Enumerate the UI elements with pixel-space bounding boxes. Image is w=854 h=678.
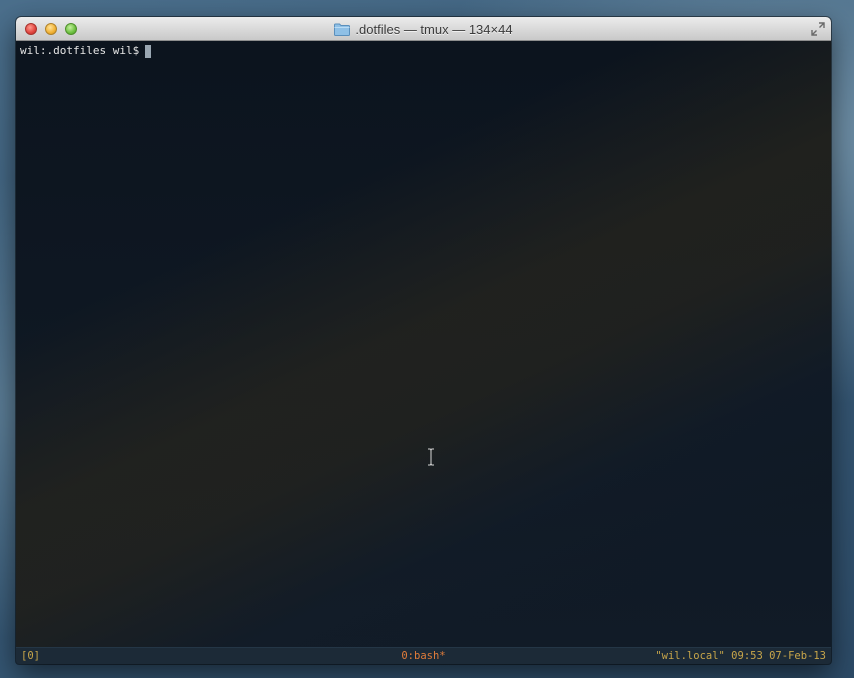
- shell-prompt: wil:.dotfiles wil$: [20, 44, 140, 57]
- desktop-background: .dotfiles — tmux — 134×44 wil:.dotfiles …: [0, 0, 854, 678]
- terminal-content-area[interactable]: wil:.dotfiles wil$: [16, 41, 831, 647]
- tmux-status-right: "wil.local" 09:53 07-Feb-13: [655, 650, 826, 662]
- ibeam-cursor-icon: [427, 448, 435, 466]
- window-title: .dotfiles — tmux — 134×44: [355, 21, 513, 37]
- terminal-cursor: [145, 44, 152, 58]
- tmux-status-bar: [0] 0:bash* "wil.local" 09:53 07-Feb-13: [16, 647, 831, 664]
- shell-prompt-line: wil:.dotfiles wil$: [20, 44, 152, 58]
- folder-icon: [334, 23, 351, 36]
- terminal-window[interactable]: .dotfiles — tmux — 134×44 wil:.dotfiles …: [16, 17, 831, 664]
- window-title-group: .dotfiles — tmux — 134×44: [16, 17, 831, 41]
- window-titlebar[interactable]: .dotfiles — tmux — 134×44: [16, 17, 831, 41]
- fullscreen-arrows-icon[interactable]: [811, 22, 825, 36]
